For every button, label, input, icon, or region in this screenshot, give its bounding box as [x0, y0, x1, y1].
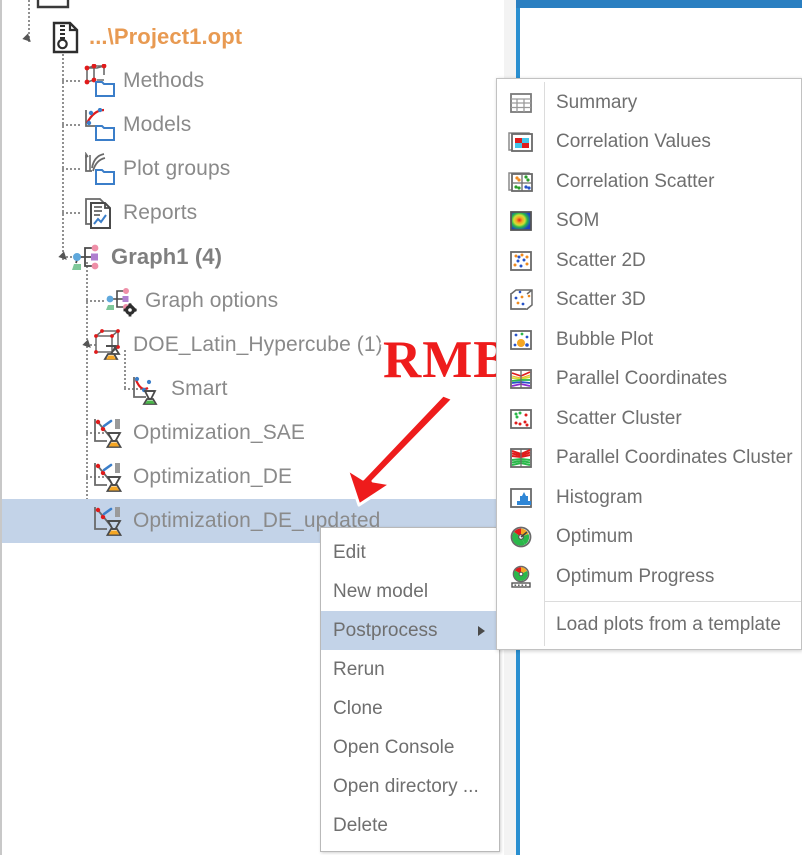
context-menu-item-edit[interactable]: Edit — [321, 533, 499, 572]
submenu-item-load-plots-from-template[interactable]: Load plots from a template — [497, 606, 801, 646]
context-menu-item-clone[interactable]: Clone — [321, 689, 499, 728]
context-menu-item-new-model[interactable]: New model — [321, 572, 499, 611]
submenu-item-label: Bubble Plot — [556, 328, 654, 350]
submenu-item-label: Correlation Values — [556, 131, 711, 153]
submenu-item-som[interactable]: SOM — [497, 202, 801, 242]
context-menu-item-label: Open directory ... — [333, 775, 479, 797]
chevron-right-icon — [478, 625, 485, 636]
submenu-item-parallel-coordinates-cluster[interactable]: Parallel Coordinates Cluster — [497, 439, 801, 479]
context-menu-item-label: New model — [333, 580, 429, 602]
tree-item-doe-latin-hypercube[interactable]: DOE_Latin_Hypercube (1) — [2, 323, 504, 367]
methods-folder-icon — [82, 63, 116, 98]
tree-item-graph1[interactable]: Graph1 (4) — [2, 235, 504, 279]
correlation-values-icon — [497, 129, 544, 155]
submenu-item-optimum-progress[interactable]: Optimum Progress — [497, 557, 801, 597]
optimum-progress-icon — [497, 564, 544, 590]
project-file-icon — [48, 20, 82, 54]
submenu-item-label: Summary — [556, 91, 638, 113]
context-menu-item-label: Rerun — [333, 658, 385, 680]
parallel-coordinates-cluster-icon — [497, 445, 544, 471]
tree-item-label: Graph options — [145, 289, 279, 312]
submenu-item-scatter-2d[interactable]: Scatter 2D — [497, 241, 801, 281]
tree-item-reports[interactable]: Reports — [2, 191, 504, 235]
parallel-coordinates-icon — [497, 366, 544, 392]
smart-run-icon — [130, 372, 164, 406]
submenu-item-label: Parallel Coordinates — [556, 368, 728, 390]
context-menu-item-label: Edit — [333, 541, 366, 563]
submenu-separator — [545, 600, 801, 602]
graph-node-icon — [70, 240, 104, 274]
bubble-plot-icon — [497, 327, 544, 353]
submenu-item-summary[interactable]: Summary — [497, 83, 801, 123]
context-menu-item-open-directory[interactable]: Open directory ... — [321, 767, 499, 806]
submenu-item-label: Load plots from a template — [556, 614, 781, 636]
context-menu-item-label: Postprocess — [333, 619, 438, 641]
reports-icon — [82, 196, 116, 230]
scatter-2d-icon — [497, 248, 544, 274]
submenu-item-label: Scatter 3D — [556, 289, 646, 311]
tree-item-label: Methods — [123, 69, 205, 92]
tree-item-project[interactable]: ...\Project1.opt — [2, 15, 504, 59]
context-menu-item-rerun[interactable]: Rerun — [321, 650, 499, 689]
submenu-item-bubble-plot[interactable]: Bubble Plot — [497, 320, 801, 360]
tree-item-label: Models — [123, 113, 192, 136]
models-folder-icon — [82, 107, 116, 142]
context-menu-item-open-console[interactable]: Open Console — [321, 728, 499, 767]
tree-item-label: Reports — [123, 201, 198, 224]
tree-partial-parent-icon — [32, 0, 72, 10]
context-menu[interactable]: Edit New model Postprocess Rerun Clone O… — [320, 527, 500, 852]
context-menu-item-postprocess[interactable]: Postprocess — [321, 611, 499, 650]
optimum-gauge-icon — [497, 524, 544, 550]
submenu-item-optimum[interactable]: Optimum — [497, 518, 801, 558]
graph-options-icon — [104, 284, 138, 318]
tree-item-label: Optimization_SAE — [133, 421, 306, 444]
context-menu-item-delete[interactable]: Delete — [321, 806, 499, 845]
tree-item-plot-groups[interactable]: Plot groups — [2, 147, 504, 191]
tree-item-label: Graph1 (4) — [111, 244, 223, 269]
tree-item-label: Plot groups — [123, 157, 231, 180]
document-panel-titlebar — [516, 0, 802, 8]
som-heatmap-icon — [497, 208, 544, 234]
doe-cube-icon — [92, 328, 126, 362]
submenu-item-correlation-scatter[interactable]: Correlation Scatter — [497, 162, 801, 202]
correlation-scatter-icon — [497, 169, 544, 195]
submenu-item-scatter-cluster[interactable]: Scatter Cluster — [497, 399, 801, 439]
submenu-item-parallel-coordinates[interactable]: Parallel Coordinates — [497, 360, 801, 400]
submenu-item-label: Parallel Coordinates Cluster — [556, 447, 793, 469]
submenu-item-correlation-values[interactable]: Correlation Values — [497, 123, 801, 163]
postprocess-submenu[interactable]: Summary Correlation Values Correlation S… — [496, 78, 802, 650]
tree-item-graph-options[interactable]: Graph options — [2, 279, 504, 323]
tree-item-label: DOE_Latin_Hypercube (1) — [133, 333, 383, 356]
context-menu-item-label: Clone — [333, 697, 383, 719]
submenu-item-label: Optimum Progress — [556, 565, 715, 587]
scatter-cluster-icon — [497, 406, 544, 432]
submenu-item-scatter-3d[interactable]: Scatter 3D — [497, 281, 801, 321]
submenu-item-label: Scatter Cluster — [556, 407, 682, 429]
tree-item-optimization-sae[interactable]: Optimization_SAE — [2, 411, 504, 455]
plot-groups-icon — [82, 151, 116, 186]
summary-table-icon — [497, 90, 544, 116]
tree-item-label: ...\Project1.opt — [89, 24, 243, 49]
tree-item-optimization-de[interactable]: Optimization_DE — [2, 455, 504, 499]
tree-item-methods[interactable]: Methods — [2, 59, 504, 103]
context-menu-item-label: Open Console — [333, 736, 455, 758]
submenu-item-histogram[interactable]: Histogram — [497, 478, 801, 518]
histogram-icon — [497, 485, 544, 511]
submenu-item-label: SOM — [556, 210, 600, 232]
tree-item-label: Optimization_DE — [133, 465, 293, 488]
scatter-3d-icon — [497, 287, 544, 313]
submenu-item-label: Correlation Scatter — [556, 170, 715, 192]
optimization-icon — [92, 416, 126, 450]
submenu-item-label: Scatter 2D — [556, 249, 646, 271]
tree-item-label: Smart — [171, 377, 228, 400]
submenu-item-label: Optimum — [556, 526, 634, 548]
optimization-icon — [92, 504, 126, 538]
optimization-icon — [92, 460, 126, 494]
submenu-item-label: Histogram — [556, 486, 643, 508]
tree-item-smart[interactable]: Smart — [2, 367, 504, 411]
context-menu-item-label: Delete — [333, 814, 388, 836]
tree-item-models[interactable]: Models — [2, 103, 504, 147]
